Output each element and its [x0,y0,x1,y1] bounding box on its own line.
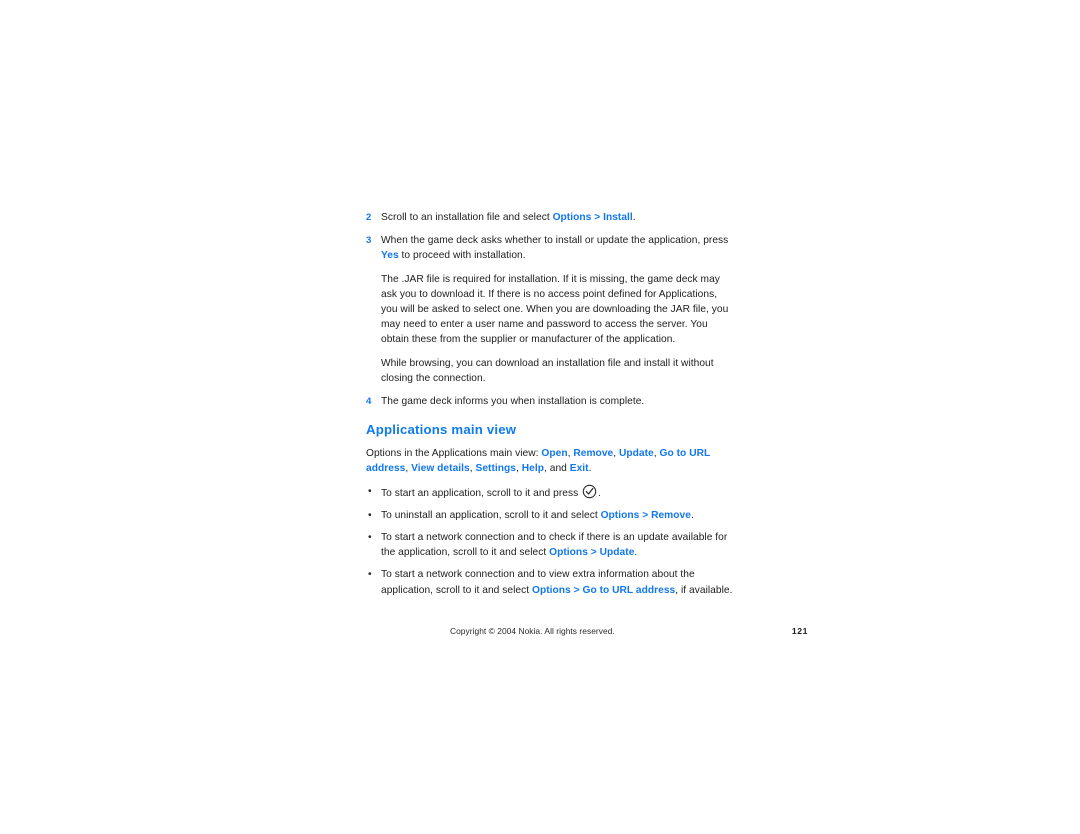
step-text: When the game deck asks whether to insta… [381,233,734,263]
list-item: • To start a network connection and to v… [366,567,734,597]
ui-term-options-install[interactable]: Options > Install [553,212,633,223]
step-text-before: Scroll to an installation file and selec… [381,212,553,223]
numbered-step-4: 4 The game deck informs you when install… [366,394,734,409]
ui-term-options-remove[interactable]: Options > Remove [601,510,691,521]
bullet-text-after: . [598,487,601,499]
step-text: The game deck informs you when installat… [381,396,645,408]
bullet-dot-icon: • [368,509,372,521]
bullet-text-before: To uninstall an application, scroll to i… [381,509,601,521]
step-text-line2-before: press [703,235,729,247]
ui-term-remove[interactable]: Remove [573,448,613,459]
numbered-step-2: 2 Scroll to an installation file and sel… [366,210,734,225]
ui-term-yes[interactable]: Yes [381,250,399,261]
circled-check-icon [582,484,597,499]
step-number: 2 [366,212,372,223]
bullet-text-before: To start an application, scroll to it an… [381,487,582,499]
page-content: 2 Scroll to an installation file and sel… [366,210,734,605]
bullet-text-after: , if available. [675,584,733,596]
step-number: 4 [366,396,372,408]
page-footer: Copyright © 2004 Nokia. All rights reser… [366,626,808,640]
bullet-dot-icon: • [368,485,372,497]
step-number: 3 [366,235,372,247]
intro-conjunction: and [549,463,567,475]
ui-term-options-go-to-url-address[interactable]: Options > Go to URL address [532,585,675,596]
step-text-line2-after: to proceed with installation. [398,250,526,262]
numbered-step-3: 3 When the game deck asks whether to ins… [366,233,734,263]
list-item: • To start a network connection and to c… [366,530,734,560]
step-text-after: . [632,212,636,223]
document-page: 2 Scroll to an installation file and sel… [0,0,1080,834]
paragraph-options-list: Options in the Applications main view: O… [366,446,734,476]
list-item: • To uninstall an application, scroll to… [366,508,734,523]
ui-term-view-details[interactable]: View details [411,463,470,474]
ui-term-open[interactable]: Open [541,448,567,459]
step-text: Scroll to an installation file and selec… [381,210,734,225]
ui-term-exit[interactable]: Exit [570,463,589,474]
copyright-notice: Copyright © 2004 Nokia. All rights reser… [450,626,615,636]
ui-term-options-update[interactable]: Options > Update [549,547,634,558]
paragraph-jar-file: The .JAR file is required for installati… [381,273,729,346]
step-text-line1: When the game deck asks whether to insta… [381,235,701,247]
ui-term-help[interactable]: Help [522,463,544,474]
page-title: Applications main view [366,422,517,438]
intro-trailing: . [588,463,592,475]
bullet-text-after: . [634,547,638,559]
bullet-dot-icon: • [368,569,372,581]
bullet-dot-icon: • [368,532,372,544]
page-number: 121 [791,626,808,636]
paragraph-browsing: While browsing, you can download an inst… [381,357,714,384]
ui-term-update[interactable]: Update [619,448,654,459]
bullet-text-after: . [690,509,694,521]
list-item: • To start an application, scroll to it … [366,484,734,501]
intro-lead: Options in the Applications main view: [366,448,542,460]
ui-term-settings[interactable]: Settings [475,463,516,474]
